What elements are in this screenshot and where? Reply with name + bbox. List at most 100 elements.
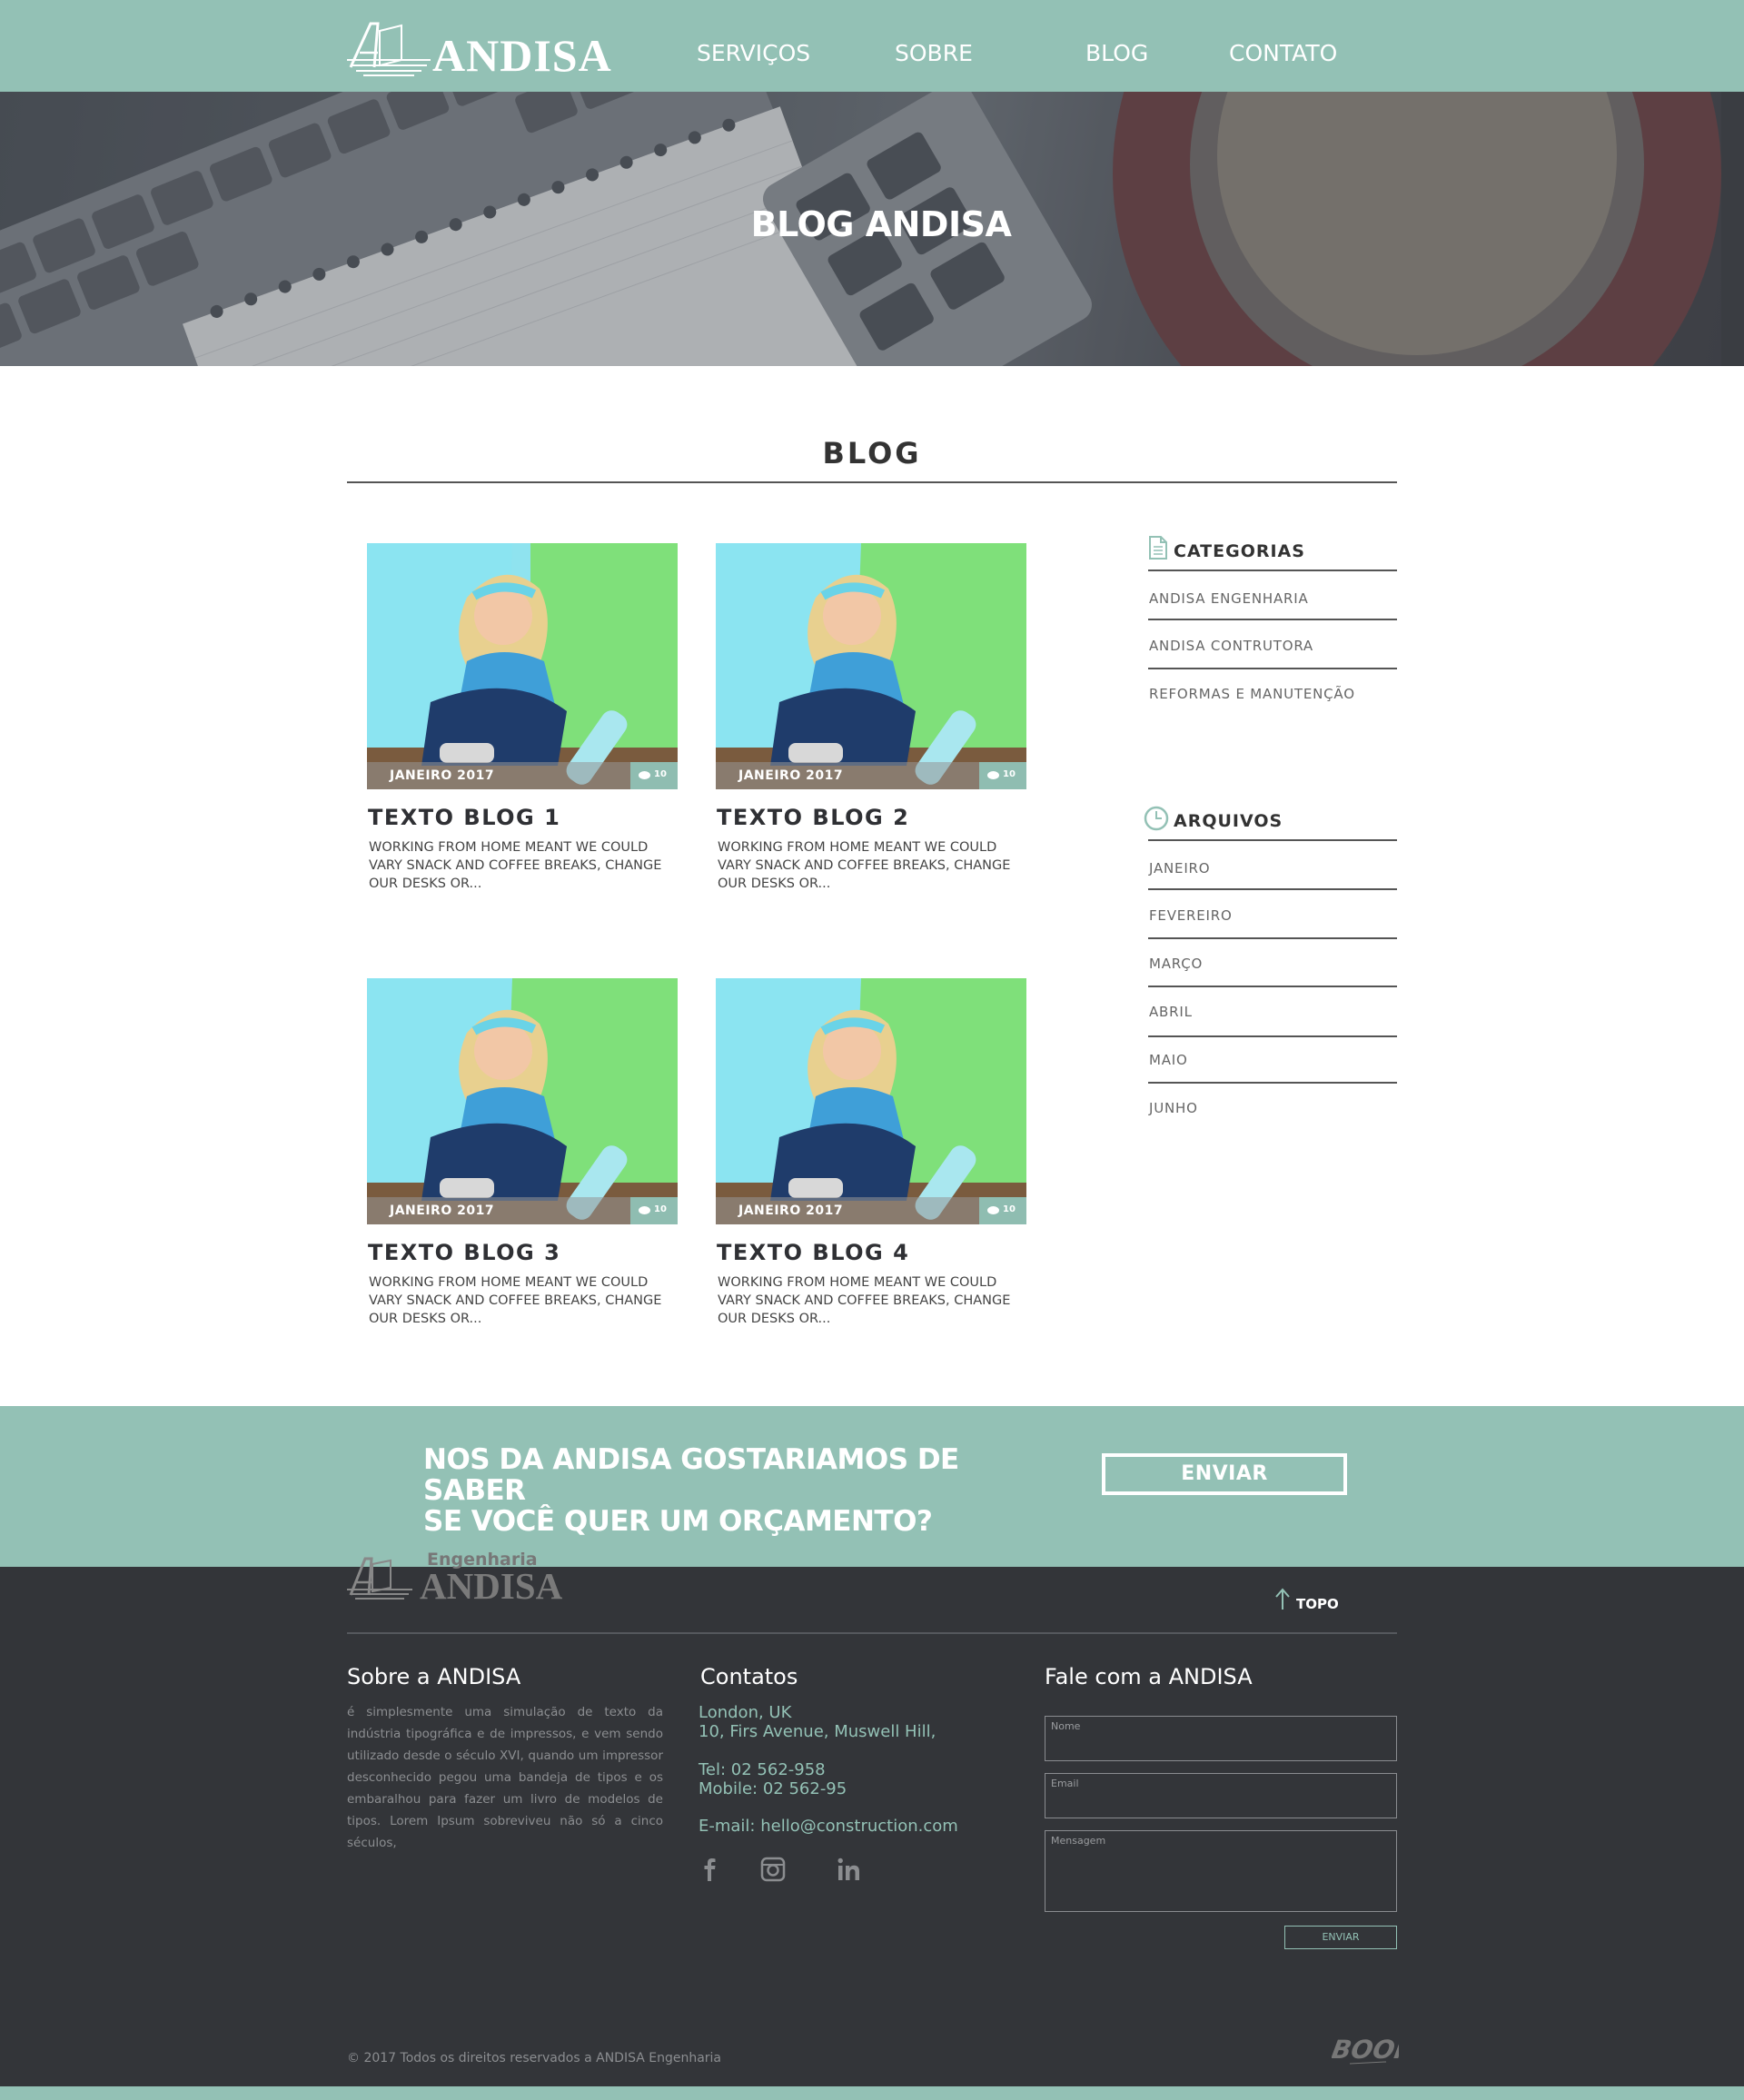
- blog-title-divider: [347, 481, 1397, 483]
- footer-logo[interactable]: Engenharia ANDISA: [347, 1550, 565, 1607]
- archive-janeiro[interactable]: JANEIRO: [1149, 860, 1210, 877]
- about-title: Sobre a ANDISA: [347, 1664, 521, 1689]
- boom-credit-text: BOOM: [1332, 2035, 1399, 2065]
- comment-count-badge[interactable]: 10: [630, 762, 678, 789]
- comment-count: 10: [1003, 1204, 1016, 1214]
- archive-abril[interactable]: ABRIL: [1149, 1004, 1193, 1020]
- contact-form-title: Fale com a ANDISA: [1045, 1664, 1253, 1689]
- andisa-logo[interactable]: ANDISA: [347, 20, 611, 81]
- blog-card-title[interactable]: TEXTO BLOG 2: [717, 805, 909, 830]
- footer-divider: [347, 1632, 1397, 1634]
- archive-maio[interactable]: MAIO: [1149, 1052, 1188, 1068]
- comment-bubble-icon: [987, 771, 999, 779]
- hero-title: BLOG ANDISA: [750, 204, 1012, 244]
- comment-count: 10: [654, 769, 667, 779]
- quote-cta-banner: NOS DA ANDISA GOSTARIAMOS DE SABER SE VO…: [0, 1406, 1744, 1567]
- comment-bubble-icon: [987, 1206, 999, 1214]
- cta-send-button[interactable]: ENVIAR: [1102, 1453, 1347, 1495]
- nav-sobre[interactable]: SOBRE: [895, 40, 973, 66]
- blog-photo-painter: [716, 978, 1026, 1224]
- nav-blog[interactable]: BLOG: [1085, 40, 1148, 66]
- comment-bubble-icon: [639, 1206, 650, 1214]
- blog-card-excerpt: WORKING FROM HOME MEANT WE COULD VARY SN…: [718, 1275, 1011, 1326]
- nav-contato[interactable]: CONTATO: [1229, 40, 1337, 66]
- archive-fevereiro[interactable]: FEVEREIRO: [1149, 907, 1233, 924]
- blog-card-excerpt: WORKING FROM HOME MEANT WE COULD VARY SN…: [369, 1275, 662, 1326]
- category-reformas[interactable]: REFORMAS E MANUTENÇÃO: [1149, 686, 1355, 702]
- name-field-placeholder: Nome: [1051, 1720, 1081, 1732]
- comment-count-badge[interactable]: 10: [979, 1197, 1026, 1224]
- comment-bubble-icon: [639, 771, 650, 779]
- contact-mobile: Mobile: 02 562-95: [699, 1779, 847, 1798]
- blog-photo-painter: [367, 543, 678, 789]
- blog-card-image[interactable]: JANEIRO 2017 10: [367, 543, 678, 789]
- comment-count: 10: [1003, 769, 1016, 779]
- contact-address-city: London, UK: [699, 1703, 792, 1722]
- archives-heading: ARQUIVOS: [1144, 804, 1392, 833]
- blog-card-meta: JANEIRO 2017 10: [367, 762, 678, 789]
- hero-banner: BLOG ANDISA: [0, 92, 1721, 366]
- blog-card-image[interactable]: JANEIRO 2017 10: [716, 543, 1026, 789]
- boom-credit-logo[interactable]: BOOM: [1332, 2031, 1399, 2067]
- sidebar-divider: [1148, 570, 1397, 571]
- blog-card-image[interactable]: JANEIRO 2017 10: [367, 978, 678, 1224]
- email-field[interactable]: Email: [1045, 1773, 1397, 1818]
- facebook-icon[interactable]: [696, 1856, 723, 1883]
- sidebar-divider: [1148, 888, 1397, 890]
- sidebar-divider: [1148, 839, 1397, 841]
- arrow-up-icon: [1275, 1588, 1290, 1610]
- top-navbar: ANDISA SERVIÇOS SOBRE BLOG CONTATO: [0, 0, 1744, 92]
- sidebar-divider: [1148, 1082, 1397, 1084]
- categories-title: CATEGORIAS: [1174, 541, 1305, 561]
- cta-line-2: SE VOCÊ QUER UM ORÇAMENTO?: [423, 1505, 933, 1538]
- footer-accent-strip: [0, 2086, 1744, 2100]
- blog-section-title: BLOG: [822, 436, 922, 471]
- footer-logo-mark-icon: [347, 1557, 412, 1600]
- clock-icon: [1144, 806, 1169, 831]
- linkedin-icon[interactable]: [836, 1856, 863, 1883]
- document-icon: [1149, 536, 1167, 560]
- blog-card-title[interactable]: TEXTO BLOG 4: [717, 1240, 909, 1265]
- blog-card-meta: JANEIRO 2017 10: [716, 1197, 1026, 1224]
- category-andisa-engenharia[interactable]: ANDISA ENGENHARIA: [1149, 590, 1309, 607]
- blog-card-date: JANEIRO 2017: [738, 768, 844, 783]
- contacts-title: Contatos: [700, 1664, 798, 1689]
- comment-count: 10: [654, 1204, 667, 1214]
- sidebar-divider: [1148, 619, 1397, 620]
- blog-card-title[interactable]: TEXTO BLOG 3: [368, 1240, 560, 1265]
- blog-card-date: JANEIRO 2017: [390, 1204, 495, 1218]
- form-send-button[interactable]: ENVIAR: [1284, 1926, 1397, 1949]
- comment-count-badge[interactable]: 10: [630, 1197, 678, 1224]
- archive-marco[interactable]: MARÇO: [1149, 956, 1203, 972]
- blog-card-title[interactable]: TEXTO BLOG 1: [368, 805, 560, 830]
- copyright-text: © 2017 Todos os direitos reservados a AN…: [347, 2051, 722, 2065]
- back-to-top[interactable]: TOPO: [1274, 1588, 1347, 1615]
- cta-text: NOS DA ANDISA GOSTARIAMOS DE SABER SE VO…: [423, 1444, 1059, 1537]
- message-field[interactable]: Mensagem: [1045, 1830, 1397, 1912]
- blog-card-meta: JANEIRO 2017 10: [716, 762, 1026, 789]
- archives-title: ARQUIVOS: [1174, 811, 1283, 831]
- blog-card-date: JANEIRO 2017: [390, 768, 495, 783]
- contact-address-street: 10, Firs Avenue, Muswell Hill,: [699, 1722, 936, 1741]
- hero-scroll-strip: [1721, 92, 1744, 366]
- nav-servicos[interactable]: SERVIÇOS: [697, 40, 810, 66]
- logo-text: ANDISA: [432, 30, 612, 81]
- name-field[interactable]: Nome: [1045, 1716, 1397, 1761]
- about-text: é simplesmente uma simulação de texto da…: [347, 1705, 663, 1850]
- instagram-icon[interactable]: [759, 1856, 787, 1883]
- sidebar-divider: [1148, 1035, 1397, 1037]
- contact-email[interactable]: E-mail: hello@construction.com: [699, 1817, 958, 1836]
- sidebar-divider: [1148, 937, 1397, 939]
- cta-line-1: NOS DA ANDISA GOSTARIAMOS DE SABER: [423, 1443, 959, 1507]
- back-to-top-label: TOPO: [1296, 1596, 1339, 1612]
- comment-count-badge[interactable]: 10: [979, 762, 1026, 789]
- category-andisa-contrutora[interactable]: ANDISA CONTRUTORA: [1149, 638, 1313, 654]
- blog-card-meta: JANEIRO 2017 10: [367, 1197, 678, 1224]
- categories-heading: CATEGORIAS: [1148, 534, 1397, 563]
- sidebar-divider: [1148, 668, 1397, 669]
- sidebar-divider: [1148, 986, 1397, 987]
- archive-junho[interactable]: JUNHO: [1149, 1100, 1198, 1116]
- footer-logo-text: ANDISA: [420, 1565, 563, 1607]
- blog-card-image[interactable]: JANEIRO 2017 10: [716, 978, 1026, 1224]
- email-field-placeholder: Email: [1051, 1778, 1079, 1789]
